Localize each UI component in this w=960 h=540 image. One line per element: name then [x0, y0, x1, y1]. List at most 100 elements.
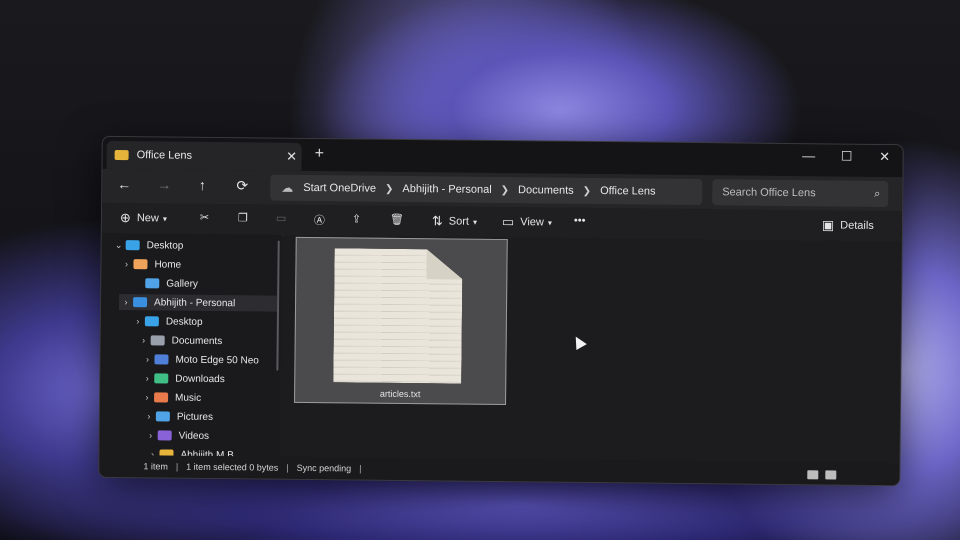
close-button[interactable]: ✕: [867, 149, 903, 165]
sort-button[interactable]: ⇅ Sort ▾: [432, 213, 477, 229]
chevron-icon[interactable]: ›: [140, 354, 154, 364]
breadcrumb-start-onedrive[interactable]: Start OneDrive: [298, 182, 381, 195]
folder-icon: [133, 259, 148, 270]
new-label: New: [136, 212, 159, 225]
new-button[interactable]: ⊕ New ▾: [120, 210, 167, 226]
cloud-off-icon: ☁: [281, 180, 294, 195]
chevron-down-icon: ▾: [162, 213, 167, 223]
tree-item-label: Moto Edge 50 Neo: [175, 354, 259, 366]
folder-icon: [150, 335, 165, 346]
paste-icon[interactable]: ▭: [276, 212, 287, 225]
copy-icon[interactable]: ❐: [238, 211, 248, 224]
file-tile-articles[interactable]: articles.txt: [294, 236, 508, 406]
tree-item-label: Videos: [178, 430, 210, 442]
up-button[interactable]: ↑: [192, 177, 212, 193]
breadcrumb-abhijith-personal[interactable]: Abhijith - Personal: [397, 183, 496, 196]
view-icon: ▭: [501, 214, 515, 230]
chevron-icon[interactable]: ›: [131, 316, 145, 326]
breadcrumb-office-lens[interactable]: Office Lens: [595, 185, 661, 198]
chevron-icon[interactable]: ›: [144, 430, 158, 440]
tree-item[interactable]: › Moto Edge 50 Neo: [140, 351, 276, 368]
sync-status: Sync pending: [296, 462, 352, 474]
search-input[interactable]: Search Office Lens: [722, 186, 866, 200]
chevron-right-icon[interactable]: ❯: [497, 184, 514, 195]
folder-icon: [114, 149, 129, 161]
folder-icon: [125, 240, 140, 251]
more-options-icon[interactable]: •••: [574, 215, 586, 227]
tree-item[interactable]: › Abhijith - Personal: [118, 294, 278, 312]
new-tab-button[interactable]: +: [315, 145, 325, 163]
tree-item-label: Home: [154, 258, 182, 271]
tree-item-label: Downloads: [175, 373, 225, 385]
address-bar[interactable]: ☁ Start OneDrive ❯ Abhijith - Personal ❯…: [270, 174, 703, 206]
tree-item[interactable]: Gallery: [131, 275, 277, 293]
tree-item-label: Gallery: [166, 277, 199, 290]
folder-icon: [154, 354, 169, 365]
navigation-pane: ⌄ Desktop › Home Gallery › Abhijith - Personal…: [99, 232, 282, 461]
sort-icon: ⇅: [431, 213, 443, 229]
tree-item[interactable]: › Downloads: [140, 370, 276, 387]
details-pane-icon: ▣: [821, 217, 835, 233]
chevron-right-icon[interactable]: ❯: [579, 185, 596, 196]
rename-icon[interactable]: Ⓐ: [314, 212, 325, 228]
chevron-down-icon: ▾: [472, 217, 478, 227]
search-icon: ⌕: [874, 187, 881, 200]
tree-item[interactable]: › Documents: [137, 332, 277, 349]
folder-icon: [157, 430, 172, 441]
plus-circle-icon: ⊕: [119, 210, 131, 226]
chevron-down-icon: ▾: [547, 217, 552, 228]
back-button[interactable]: ←: [114, 176, 134, 192]
tree-item-label: Abhijith - Personal: [154, 296, 236, 309]
file-name: articles.txt: [379, 388, 421, 400]
mouse-cursor: [570, 333, 587, 350]
tree-item-label: Desktop: [146, 239, 184, 252]
folder-icon: [155, 411, 170, 422]
tree-item[interactable]: › Pictures: [142, 408, 276, 425]
tree-item-label: Music: [175, 392, 202, 404]
details-label: Details: [840, 219, 874, 232]
tree-item-label: Desktop: [165, 315, 203, 328]
forward-button[interactable]: →: [154, 176, 174, 192]
delete-icon[interactable]: 🗑: [390, 213, 404, 226]
tree-item[interactable]: › Desktop: [131, 313, 277, 331]
tree-item-label: Documents: [171, 335, 223, 347]
tree-item[interactable]: ⌄ Desktop: [112, 237, 278, 255]
item-count: 1 item: [143, 461, 168, 472]
tiles-view-icon[interactable]: [825, 470, 837, 480]
selection-info: 1 item selected 0 bytes: [186, 461, 279, 473]
tree-item[interactable]: › Home: [119, 256, 277, 274]
file-list: articles.txt: [281, 234, 902, 464]
chevron-icon[interactable]: ›: [140, 373, 154, 383]
view-label: View: [520, 216, 544, 229]
details-view-icon[interactable]: [807, 470, 819, 480]
maximize-button[interactable]: ☐: [829, 148, 865, 164]
chevron-icon[interactable]: ›: [119, 297, 133, 307]
minimize-button[interactable]: —: [791, 148, 827, 163]
chevron-icon[interactable]: ›: [140, 392, 154, 402]
search-box[interactable]: Search Office Lens ⌕: [712, 179, 889, 208]
chevron-icon[interactable]: ›: [137, 335, 151, 345]
folder-icon: [144, 316, 159, 327]
tab-office-lens[interactable]: Office Lens ✕: [106, 140, 302, 171]
chevron-icon[interactable]: ⌄: [112, 239, 126, 250]
folder-icon: [154, 373, 169, 384]
tab-close-button[interactable]: ✕: [282, 149, 302, 165]
refresh-button[interactable]: ⟳: [232, 177, 252, 194]
folder-icon: [145, 278, 160, 289]
cut-icon[interactable]: ✂: [200, 211, 209, 224]
chevron-icon[interactable]: ›: [142, 411, 156, 421]
tree-item[interactable]: › Videos: [144, 427, 276, 444]
view-button[interactable]: ▭ View ▾: [502, 214, 552, 231]
chevron-right-icon[interactable]: ❯: [381, 183, 398, 194]
folder-icon: [154, 392, 169, 403]
breadcrumb-documents[interactable]: Documents: [513, 184, 579, 197]
folder-icon: [133, 297, 148, 308]
file-explorer-window: Office Lens ✕ + — ☐ ✕ ← → ↑ ⟳ ☁ Start On…: [98, 135, 904, 487]
tree-item[interactable]: › Music: [140, 389, 276, 406]
share-icon[interactable]: ⇪: [352, 212, 361, 225]
tab-title: Office Lens: [136, 149, 193, 162]
tree-item-label: Pictures: [176, 411, 214, 423]
details-button[interactable]: ▣ Details: [822, 217, 874, 234]
chevron-icon[interactable]: ›: [119, 259, 133, 269]
sort-label: Sort: [448, 215, 470, 228]
